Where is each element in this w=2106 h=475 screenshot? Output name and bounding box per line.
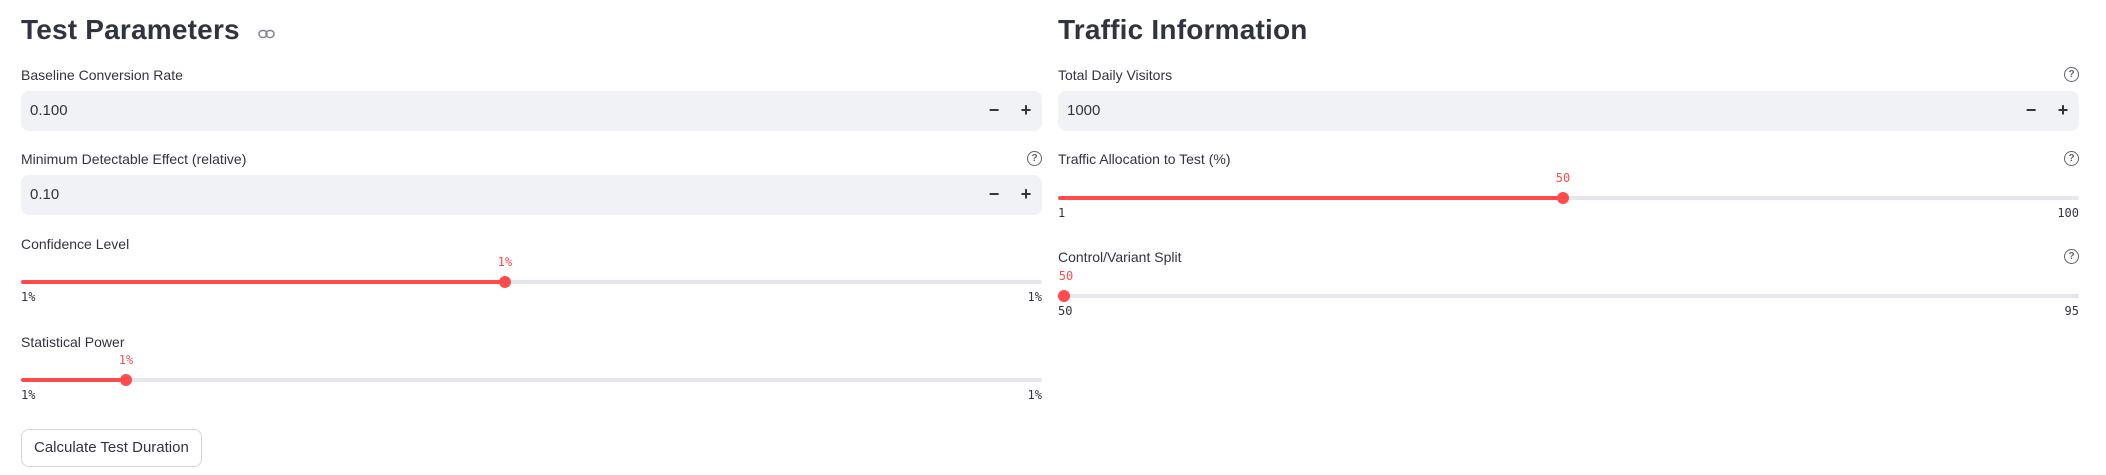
calculate-duration-button[interactable]: Calculate Test Duration <box>21 429 202 467</box>
daily-visitors-help-icon[interactable]: ? <box>2064 67 2079 82</box>
mde-decrement-button[interactable]: − <box>978 175 1010 215</box>
mde-increment-button[interactable]: + <box>1010 175 1042 215</box>
mde-value[interactable]: 0.10 <box>30 175 59 215</box>
slider-thumb[interactable] <box>499 276 511 288</box>
slider-fill <box>1058 196 1563 200</box>
heading-text: Traffic Information <box>1058 14 1308 45</box>
baseline-input[interactable]: 0.100 − + <box>21 91 1042 131</box>
power-label: Statistical Power <box>21 334 125 350</box>
slider-fill <box>21 280 505 284</box>
slider-max: 100 <box>2057 206 2079 220</box>
mde-help-icon[interactable]: ? <box>1027 151 1042 166</box>
slider-fill <box>21 378 126 382</box>
daily-visitors-label: Total Daily Visitors <box>1058 67 1173 83</box>
baseline-value[interactable]: 0.100 <box>30 91 68 131</box>
slider-value: 50 <box>1058 269 1074 283</box>
mde-input[interactable]: 0.10 − + <box>21 175 1042 215</box>
slider-track[interactable] <box>1058 294 2079 298</box>
slider-min: 50 <box>1058 304 1073 318</box>
allocation-help-icon[interactable]: ? <box>2064 151 2079 166</box>
baseline-decrement-button[interactable]: − <box>978 91 1010 131</box>
test-parameters-heading: Test Parameters <box>21 14 275 48</box>
slider-min: 1% <box>21 290 36 304</box>
allocation-slider[interactable]: 50 1 100 <box>1058 171 2079 221</box>
heading-text: Test Parameters <box>21 14 240 45</box>
baseline-label: Baseline Conversion Rate <box>21 67 183 83</box>
split-label: Control/Variant Split <box>1058 249 1182 265</box>
slider-track[interactable] <box>21 378 1042 382</box>
slider-min: 1 <box>1058 206 1066 220</box>
daily-visitors-increment-button[interactable]: + <box>2047 91 2079 131</box>
link-icon[interactable] <box>258 14 275 46</box>
slider-thumb[interactable] <box>120 374 132 386</box>
split-slider[interactable]: 50 50 95 <box>1058 269 2079 319</box>
slider-max: 1% <box>1027 290 1042 304</box>
slider-value: 1% <box>497 255 513 269</box>
slider-thumb[interactable] <box>1058 290 1070 302</box>
slider-max: 1% <box>1027 388 1042 402</box>
daily-visitors-input[interactable]: 1000 − + <box>1058 91 2079 131</box>
mde-label: Minimum Detectable Effect (relative) <box>21 151 247 167</box>
split-help-icon[interactable]: ? <box>2064 249 2079 264</box>
slider-min: 1% <box>21 388 36 402</box>
baseline-increment-button[interactable]: + <box>1010 91 1042 131</box>
slider-value: 1% <box>118 353 134 367</box>
slider-thumb[interactable] <box>1557 192 1569 204</box>
traffic-information-heading: Traffic Information <box>1058 14 1308 46</box>
slider-max: 95 <box>2064 304 2079 318</box>
confidence-label: Confidence Level <box>21 236 130 252</box>
daily-visitors-value[interactable]: 1000 <box>1067 91 1100 131</box>
allocation-label: Traffic Allocation to Test (%) <box>1058 151 1231 167</box>
slider-value: 50 <box>1555 171 1571 185</box>
confidence-slider[interactable]: 1% 1% 1% <box>21 255 1042 305</box>
power-slider[interactable]: 1% 1% 1% <box>21 353 1042 403</box>
daily-visitors-decrement-button[interactable]: − <box>2015 91 2047 131</box>
